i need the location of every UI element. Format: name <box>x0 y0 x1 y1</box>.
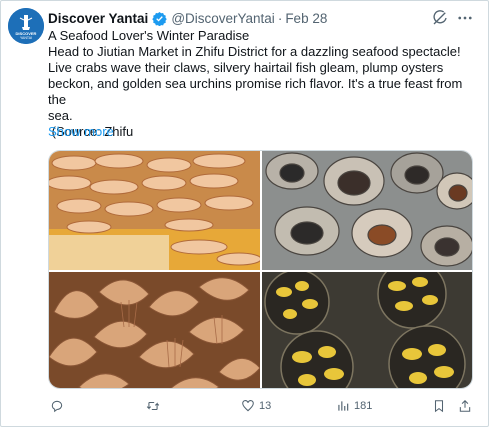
views-count: 181 <box>354 400 373 412</box>
avatar[interactable]: DISCOVER YANTAI <box>8 8 44 44</box>
avatar-text-bottom: YANTAI <box>20 36 32 40</box>
verified-badge-icon[interactable] <box>152 11 168 26</box>
tweet-line: Head to Jiutian Market in Zhifu District… <box>48 44 461 59</box>
tweet-line: A Seafood Lover's Winter Paradise <box>48 28 250 43</box>
handle[interactable]: @DiscoverYantai <box>171 11 275 26</box>
sea-urchin-photo[interactable] <box>262 272 472 388</box>
reply-button[interactable] <box>50 399 68 413</box>
action-bar: 13 181 <box>48 399 473 417</box>
views-button[interactable]: 181 <box>336 399 372 413</box>
retweet-icon <box>146 401 160 411</box>
whelk-photo[interactable] <box>262 151 472 270</box>
share-icon <box>459 400 471 412</box>
grok-icon[interactable] <box>431 9 449 27</box>
post-date[interactable]: Feb 28 <box>285 11 327 26</box>
like-button[interactable]: 13 <box>241 399 271 413</box>
retweet-button[interactable] <box>146 399 164 413</box>
scallop-photo[interactable] <box>49 272 260 388</box>
tweet-header: Discover Yantai @DiscoverYantai · Feb 28 <box>48 9 327 27</box>
bookmark-button[interactable] <box>432 399 446 413</box>
more-options-icon[interactable] <box>456 9 474 27</box>
display-name[interactable]: Discover Yantai <box>48 11 148 26</box>
like-count: 13 <box>259 400 272 412</box>
tweet-line: beckon, and golden sea urchins promise r… <box>48 76 463 107</box>
tweet-line: sea. <box>48 108 73 123</box>
heart-icon <box>242 400 254 412</box>
tweet-line: Live crabs wave their claws, silvery hai… <box>48 60 444 75</box>
show-more-link[interactable]: Show more <box>48 124 114 139</box>
shrimp-photo[interactable] <box>49 151 260 270</box>
photo-grid <box>48 150 473 389</box>
reply-icon <box>51 400 63 413</box>
bookmark-icon <box>434 400 444 413</box>
separator-dot: · <box>277 10 283 26</box>
share-button[interactable] <box>458 399 472 413</box>
views-icon <box>338 401 349 411</box>
